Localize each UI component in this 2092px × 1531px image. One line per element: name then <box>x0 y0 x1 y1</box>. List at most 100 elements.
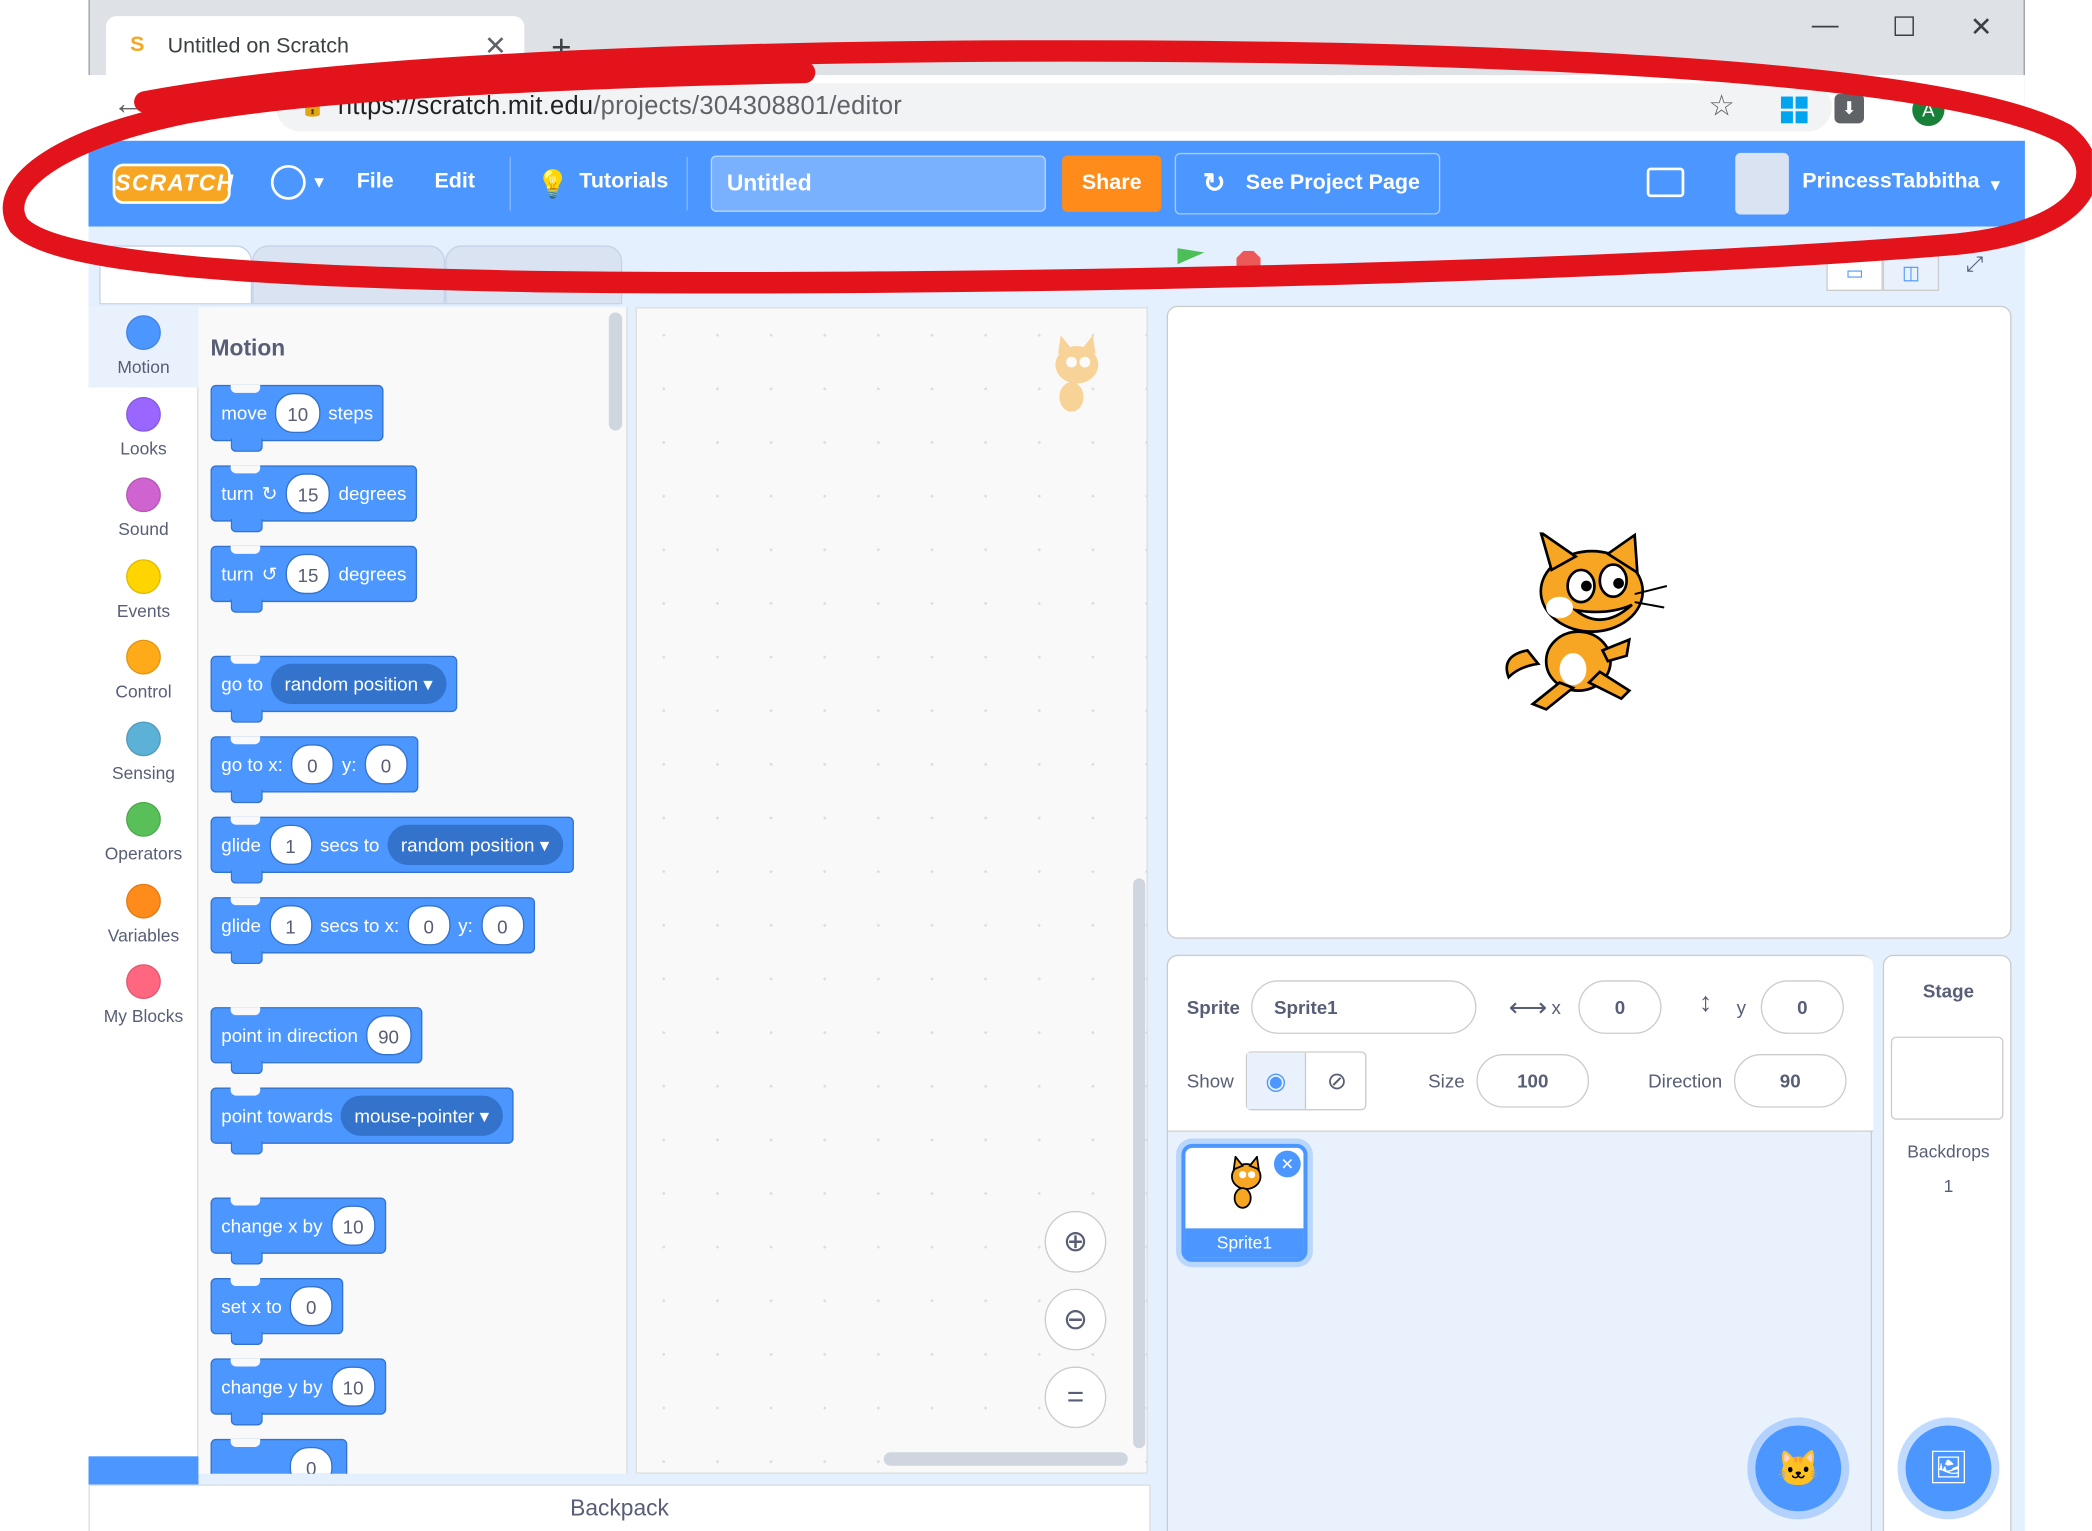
script-area[interactable]: ⊕ ⊖ = <box>635 307 1148 1474</box>
minimize-icon[interactable]: — <box>1812 11 1839 42</box>
rotate-right-icon: ↻ <box>261 482 278 504</box>
direction-input[interactable]: 90 <box>1733 1054 1847 1108</box>
sprite-name-input[interactable]: Sprite1 <box>1251 980 1477 1034</box>
my-stuff-folder-icon[interactable] <box>1646 167 1685 198</box>
block-dropdown[interactable]: mouse-pointer <box>340 1095 503 1136</box>
block-number-input[interactable]: 10 <box>330 1205 376 1246</box>
zoom-in-button[interactable]: ⊕ <box>1044 1210 1107 1273</box>
zoom-out-button[interactable]: ⊖ <box>1044 1288 1107 1351</box>
small-stage-button[interactable]: ▭ <box>1826 253 1883 291</box>
category-events[interactable]: Events <box>89 558 199 620</box>
block-number-input[interactable]: 90 <box>366 1015 412 1056</box>
block-number-input[interactable]: 0 <box>289 1446 333 1474</box>
maximize-icon[interactable]: ☐ <box>1892 11 1916 45</box>
tab-code[interactable] <box>99 245 253 305</box>
block-dropdown[interactable]: random position <box>271 663 447 705</box>
block-dropdown[interactable]: random position <box>387 824 563 865</box>
backpack-panel[interactable]: Backpack <box>88 1484 1151 1531</box>
block-number-input[interactable]: 0 <box>407 905 451 946</box>
url-text: https://scratch.mit.edu/projects/3043088… <box>337 92 903 121</box>
windows-extension-icon[interactable] <box>1780 96 1808 124</box>
back-arrow-icon[interactable]: ← <box>113 86 145 124</box>
go-to-block[interactable]: go to random position <box>210 655 457 723</box>
category-looks[interactable]: Looks <box>89 396 199 458</box>
file-menu[interactable]: File <box>357 170 394 194</box>
add-backdrop-button[interactable]: 🖼 <box>1905 1425 1992 1512</box>
change-x-block[interactable]: change x by 10 <box>210 1197 387 1265</box>
block-number-input[interactable]: 0 <box>290 744 334 785</box>
large-stage-button[interactable]: ◫ <box>1882 253 1940 291</box>
point-in-direction-block[interactable]: point in direction 90 <box>210 1007 422 1075</box>
block-number-input[interactable]: 15 <box>285 553 331 595</box>
stop-sign-icon[interactable] <box>1236 250 1261 275</box>
tab-title: Untitled on Scratch <box>167 34 349 58</box>
move-steps-block[interactable]: move 10 steps <box>210 384 384 452</box>
download-extension-icon[interactable]: ⬇ <box>1834 93 1864 124</box>
block-number-input[interactable]: 10 <box>275 392 321 434</box>
block-number-input[interactable]: 10 <box>330 1366 376 1407</box>
address-bar[interactable]: 🔒 https://scratch.mit.edu/projects/30430… <box>276 83 1832 132</box>
stage-selector[interactable]: Stage Backdrops 1 🖼 <box>1882 954 2012 1531</box>
tab-costumes[interactable] <box>252 245 446 305</box>
set-x-block[interactable]: set x to 0 <box>210 1277 344 1346</box>
set-y-block[interactable]: set y to 0 <box>210 1438 348 1474</box>
fullscreen-icon[interactable]: ⤢ <box>1966 253 1983 277</box>
y-position-input[interactable]: 0 <box>1760 980 1844 1034</box>
scratch-logo[interactable]: SCRATCH <box>112 163 233 204</box>
sprite-tile[interactable]: ✕ Sprite1 <box>1181 1143 1308 1262</box>
go-to-xy-block[interactable]: go to x: 0 y: 0 <box>210 736 419 804</box>
script-vertical-scrollbar[interactable] <box>1133 878 1146 1449</box>
cat-sprite[interactable] <box>1501 532 1675 712</box>
category-label: Motion <box>117 356 170 377</box>
category-variables[interactable]: Variables <box>89 883 199 945</box>
category-operators[interactable]: Operators <box>89 801 199 864</box>
stage-thumbnail[interactable] <box>1890 1036 2004 1120</box>
turn-right-block[interactable]: turn ↻ 15 degrees <box>210 465 418 533</box>
project-title-input[interactable]: Untitled <box>710 155 1046 212</box>
new-tab-button[interactable]: + <box>551 27 571 69</box>
block-number-input[interactable]: 1 <box>268 824 312 865</box>
script-horizontal-scrollbar[interactable] <box>883 1452 1128 1466</box>
see-project-page-button[interactable]: ↻ See Project Page <box>1174 152 1441 215</box>
block-text: move <box>221 402 268 424</box>
zoom-reset-button[interactable]: = <box>1044 1366 1107 1429</box>
edit-menu[interactable]: Edit <box>434 170 475 194</box>
delete-sprite-icon[interactable]: ✕ <box>1273 1150 1301 1178</box>
block-number-input[interactable]: 0 <box>364 744 408 785</box>
stage-canvas[interactable] <box>1166 305 2012 939</box>
bookmark-star-icon[interactable]: ☆ <box>1708 89 1734 124</box>
category-color-dot <box>126 558 161 594</box>
category-motion[interactable]: Motion <box>89 315 199 377</box>
block-number-input[interactable]: 0 <box>289 1286 333 1327</box>
close-tab-icon[interactable]: ✕ <box>484 30 506 64</box>
category-sensing[interactable]: Sensing <box>89 720 199 782</box>
category-my-blocks[interactable]: My Blocks <box>89 964 199 1026</box>
palette-scrollbar[interactable] <box>608 312 623 431</box>
close-window-icon[interactable]: ✕ <box>1970 11 1992 45</box>
glide-xy-block[interactable]: glide 1 secs to x: 0 y: 0 <box>210 897 535 965</box>
block-number-input[interactable]: 15 <box>285 473 331 514</box>
user-avatar[interactable] <box>1735 152 1789 215</box>
tutorials-menu[interactable]: Tutorials <box>579 170 668 194</box>
block-number-input[interactable]: 0 <box>480 905 524 946</box>
x-position-input[interactable]: 0 <box>1578 980 1662 1034</box>
add-sprite-button[interactable]: 🐱 <box>1755 1425 1842 1512</box>
green-flag-icon[interactable] <box>1177 248 1205 265</box>
eye-slash-icon[interactable]: ⊘ <box>1307 1053 1366 1109</box>
category-control[interactable]: Control <box>89 639 199 701</box>
size-input[interactable]: 100 <box>1476 1054 1590 1108</box>
share-button[interactable]: Share <box>1062 155 1162 212</box>
turn-left-block[interactable]: turn ↺ 15 degrees <box>210 545 418 613</box>
block-number-input[interactable]: 1 <box>268 905 312 946</box>
change-y-block[interactable]: change y by 10 <box>210 1358 387 1426</box>
language-globe-icon[interactable] <box>270 164 306 200</box>
browser-tab[interactable]: S Untitled on Scratch ✕ <box>105 16 525 76</box>
browser-profile-avatar[interactable]: A <box>1912 93 1945 127</box>
eye-icon[interactable]: ◉ <box>1247 1052 1307 1110</box>
category-sound[interactable]: Sound <box>89 477 199 539</box>
block-text: change y by <box>221 1375 323 1398</box>
glide-to-block[interactable]: glide 1 secs to random position <box>210 816 574 884</box>
tab-sounds[interactable] <box>445 245 623 305</box>
point-towards-block[interactable]: point towards mouse-pointer <box>210 1087 514 1155</box>
username-menu[interactable]: PrincessTabbitha <box>1802 170 1979 194</box>
